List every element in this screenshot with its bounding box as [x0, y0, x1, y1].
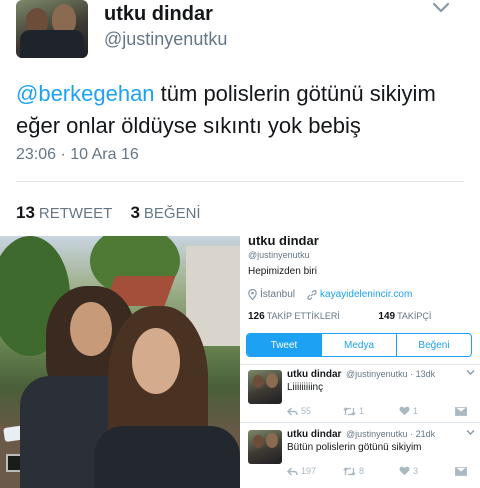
mini-tweet-name: utku dindar: [287, 369, 342, 380]
retweet-action: 1: [343, 406, 399, 416]
retweet-count: 8: [359, 466, 365, 476]
like-label[interactable]: BEĞENİ: [144, 205, 201, 222]
author-avatar[interactable]: [16, 0, 88, 58]
like-count: 1: [413, 406, 419, 416]
tweet-timestamp[interactable]: 23:06 · 10 Ara 16: [16, 146, 139, 164]
reply-icon: [287, 407, 298, 415]
message-icon: [455, 466, 467, 476]
tweet-stats: 13 RETWEET 3 BEĞENİ: [16, 203, 201, 223]
divider: [240, 364, 480, 365]
photo-person-face: [70, 302, 112, 356]
tweet-card: utku dindar @justinyenutku @berkegehan t…: [0, 0, 480, 236]
location-pin-icon: [248, 289, 257, 300]
profile-website[interactable]: kayayidelenincir.com: [320, 289, 412, 300]
followers-label: TAKİPÇİ: [397, 311, 432, 321]
retweet-icon: [343, 466, 356, 476]
chevron-down-icon: [466, 430, 475, 435]
mini-tweet-name: utku dindar: [287, 429, 342, 440]
reply-count: 55: [301, 406, 312, 416]
like-action: 1: [399, 406, 455, 416]
photo-person-body: [94, 426, 240, 488]
mini-tweet-header: utku dindar @justinyenutku · 13dk: [287, 369, 435, 380]
followers-count: 149: [378, 311, 396, 322]
divider: [16, 181, 464, 182]
following-label: TAKİP ETTİKLERİ: [266, 311, 340, 321]
profile-handle: @justinyenutku: [248, 250, 310, 260]
like-action: 3: [399, 466, 455, 476]
retweet-count: 1: [359, 406, 365, 416]
avatar: [248, 430, 282, 464]
chevron-down-icon[interactable]: [432, 1, 450, 15]
reply-count: 197: [301, 466, 317, 476]
message-icon: [455, 406, 467, 416]
mini-tweet-header: utku dindar @justinyenutku · 21dk: [287, 429, 435, 440]
mini-tweet-actions: 197 8 3: [287, 466, 473, 476]
link-icon: [307, 289, 317, 300]
reply-action: 197: [287, 466, 343, 476]
profile-tabs: Tweet Medya Beğeni: [246, 333, 472, 357]
avatar-figure: [20, 30, 84, 58]
tab-tweet: Tweet: [247, 334, 321, 356]
mini-tweet-text: Bütün polislerin götünü sikiyim: [287, 442, 422, 453]
tab-likes: Beğeni: [396, 334, 471, 356]
tweet-text-line2: eğer onlar öldüyse sıkıntı yok bebiş: [16, 113, 361, 138]
retweet-icon: [343, 406, 356, 416]
mention-link[interactable]: @berkegehan: [16, 81, 155, 106]
retweet-label[interactable]: RETWEET: [39, 205, 112, 222]
list-item: utku dindar @justinyenutku · 13dk Liiiii…: [240, 366, 480, 424]
following-count: 126: [248, 311, 265, 322]
author-name[interactable]: utku dindar: [104, 3, 213, 26]
tweet-text: @berkegehan tüm polislerin götünü sikiyi…: [16, 78, 466, 142]
mini-tweet-handle: @justinyenutku · 13dk: [345, 369, 436, 379]
avatar: [248, 370, 282, 404]
reply-action: 55: [287, 406, 343, 416]
profile-location: İstanbul: [260, 289, 296, 300]
author-handle[interactable]: @justinyenutku: [104, 29, 227, 50]
tweet-text-line1: tüm polislerin götünü sikiyim: [154, 81, 436, 106]
like-count: 3: [413, 466, 419, 476]
like-count[interactable]: 3: [130, 203, 139, 222]
profile-bio: Hepimizden biri: [248, 266, 317, 277]
photo[interactable]: [0, 236, 240, 488]
mini-tweet-text: Liiiiiiiiinç: [287, 382, 324, 393]
profile-counts: 126 TAKİP ETTİKLERİ 149 TAKİPÇİ: [248, 311, 431, 322]
reply-icon: [287, 467, 298, 475]
list-item: utku dindar @justinyenutku · 21dk Bütün …: [240, 426, 480, 484]
chevron-down-icon: [466, 370, 475, 375]
profile-meta: İstanbul kayayidelenincir.com: [248, 289, 412, 300]
mini-tweet-handle: @justinyenutku · 21dk: [345, 429, 436, 439]
tab-media: Medya: [321, 334, 396, 356]
photo-person-face: [132, 328, 180, 394]
mini-tweet-actions: 55 1 1: [287, 406, 473, 416]
divider: [240, 422, 480, 423]
profile-screenshot: utku dindar @justinyenutku Hepimizden bi…: [240, 236, 480, 488]
profile-name: utku dindar: [248, 236, 319, 248]
heart-icon: [399, 406, 410, 416]
retweet-action: 8: [343, 466, 399, 476]
retweet-count[interactable]: 13: [16, 203, 35, 222]
heart-icon: [399, 466, 410, 476]
tweet-media[interactable]: utku dindar @justinyenutku Hepimizden bi…: [0, 236, 480, 488]
